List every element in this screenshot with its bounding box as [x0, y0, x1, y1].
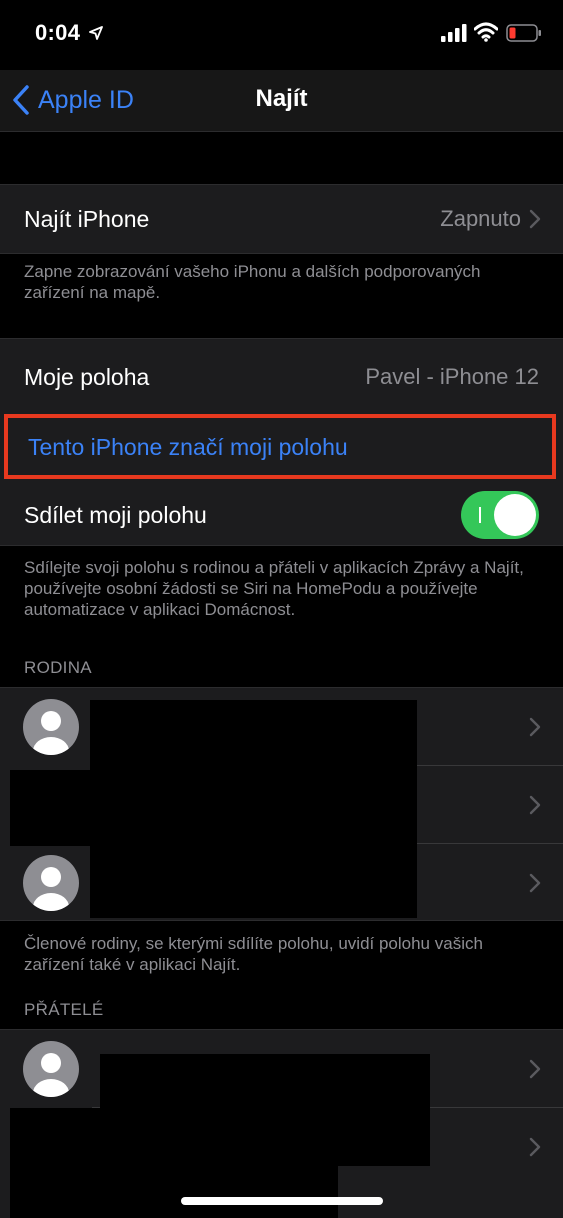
my-location-row[interactable]: Moje poloha Pavel - iPhone 12	[0, 339, 563, 415]
battery-icon	[506, 24, 541, 42]
share-location-footnote: Sdílejte svoji polohu s rodinou a přátel…	[24, 558, 524, 619]
share-location-toggle[interactable]	[461, 491, 539, 539]
use-this-iphone-label: Tento iPhone značí moji polohu	[28, 434, 348, 460]
friends-section-header: PŘÁTELÉ	[24, 1000, 104, 1019]
find-iphone-group: Najít iPhone Zapnuto	[0, 184, 563, 254]
redacted-area	[90, 700, 417, 918]
location-arrow-icon	[89, 26, 103, 40]
chevron-right-icon	[529, 873, 541, 893]
find-iphone-row[interactable]: Najít iPhone Zapnuto	[0, 185, 563, 253]
redacted-area	[10, 770, 100, 846]
person-icon	[33, 1053, 69, 1097]
status-bar: 0:04	[0, 0, 563, 70]
page-title: Najít	[255, 85, 308, 112]
cellular-signal-icon	[441, 24, 467, 42]
home-indicator[interactable]	[181, 1197, 383, 1205]
wifi-icon	[474, 22, 498, 42]
avatar	[23, 1041, 79, 1097]
my-location-value: Pavel - iPhone 12	[365, 364, 539, 389]
share-location-label: Sdílet moji polohu	[24, 501, 207, 528]
chevron-right-icon	[529, 795, 541, 815]
find-iphone-value: Zapnuto	[440, 206, 521, 231]
person-icon	[33, 711, 69, 755]
family-footnote: Členové rodiny, se kterými sdílíte poloh…	[24, 934, 483, 974]
toggle-on-mark	[479, 507, 481, 523]
my-location-label: Moje poloha	[24, 363, 150, 390]
use-this-iphone-row[interactable]: Tento iPhone značí moji polohu	[4, 414, 556, 479]
family-list	[0, 687, 563, 921]
chevron-right-icon	[529, 1137, 541, 1157]
status-time: 0:04	[35, 20, 81, 45]
family-section-header: RODINA	[24, 658, 92, 677]
avatar	[23, 699, 79, 755]
chevron-right-icon	[529, 209, 541, 229]
friends-list	[0, 1029, 563, 1218]
navigation-bar: Apple ID Najít	[0, 70, 563, 132]
toggle-knob	[494, 494, 536, 536]
find-iphone-footnote: Zapne zobrazování vašeho iPhonu a dalšíc…	[24, 262, 481, 302]
find-iphone-label: Najít iPhone	[24, 205, 150, 232]
avatar	[23, 855, 79, 911]
person-icon	[33, 867, 69, 911]
chevron-right-icon	[529, 1059, 541, 1079]
chevron-right-icon	[529, 717, 541, 737]
share-location-row: Sdílet moji polohu	[0, 483, 563, 547]
